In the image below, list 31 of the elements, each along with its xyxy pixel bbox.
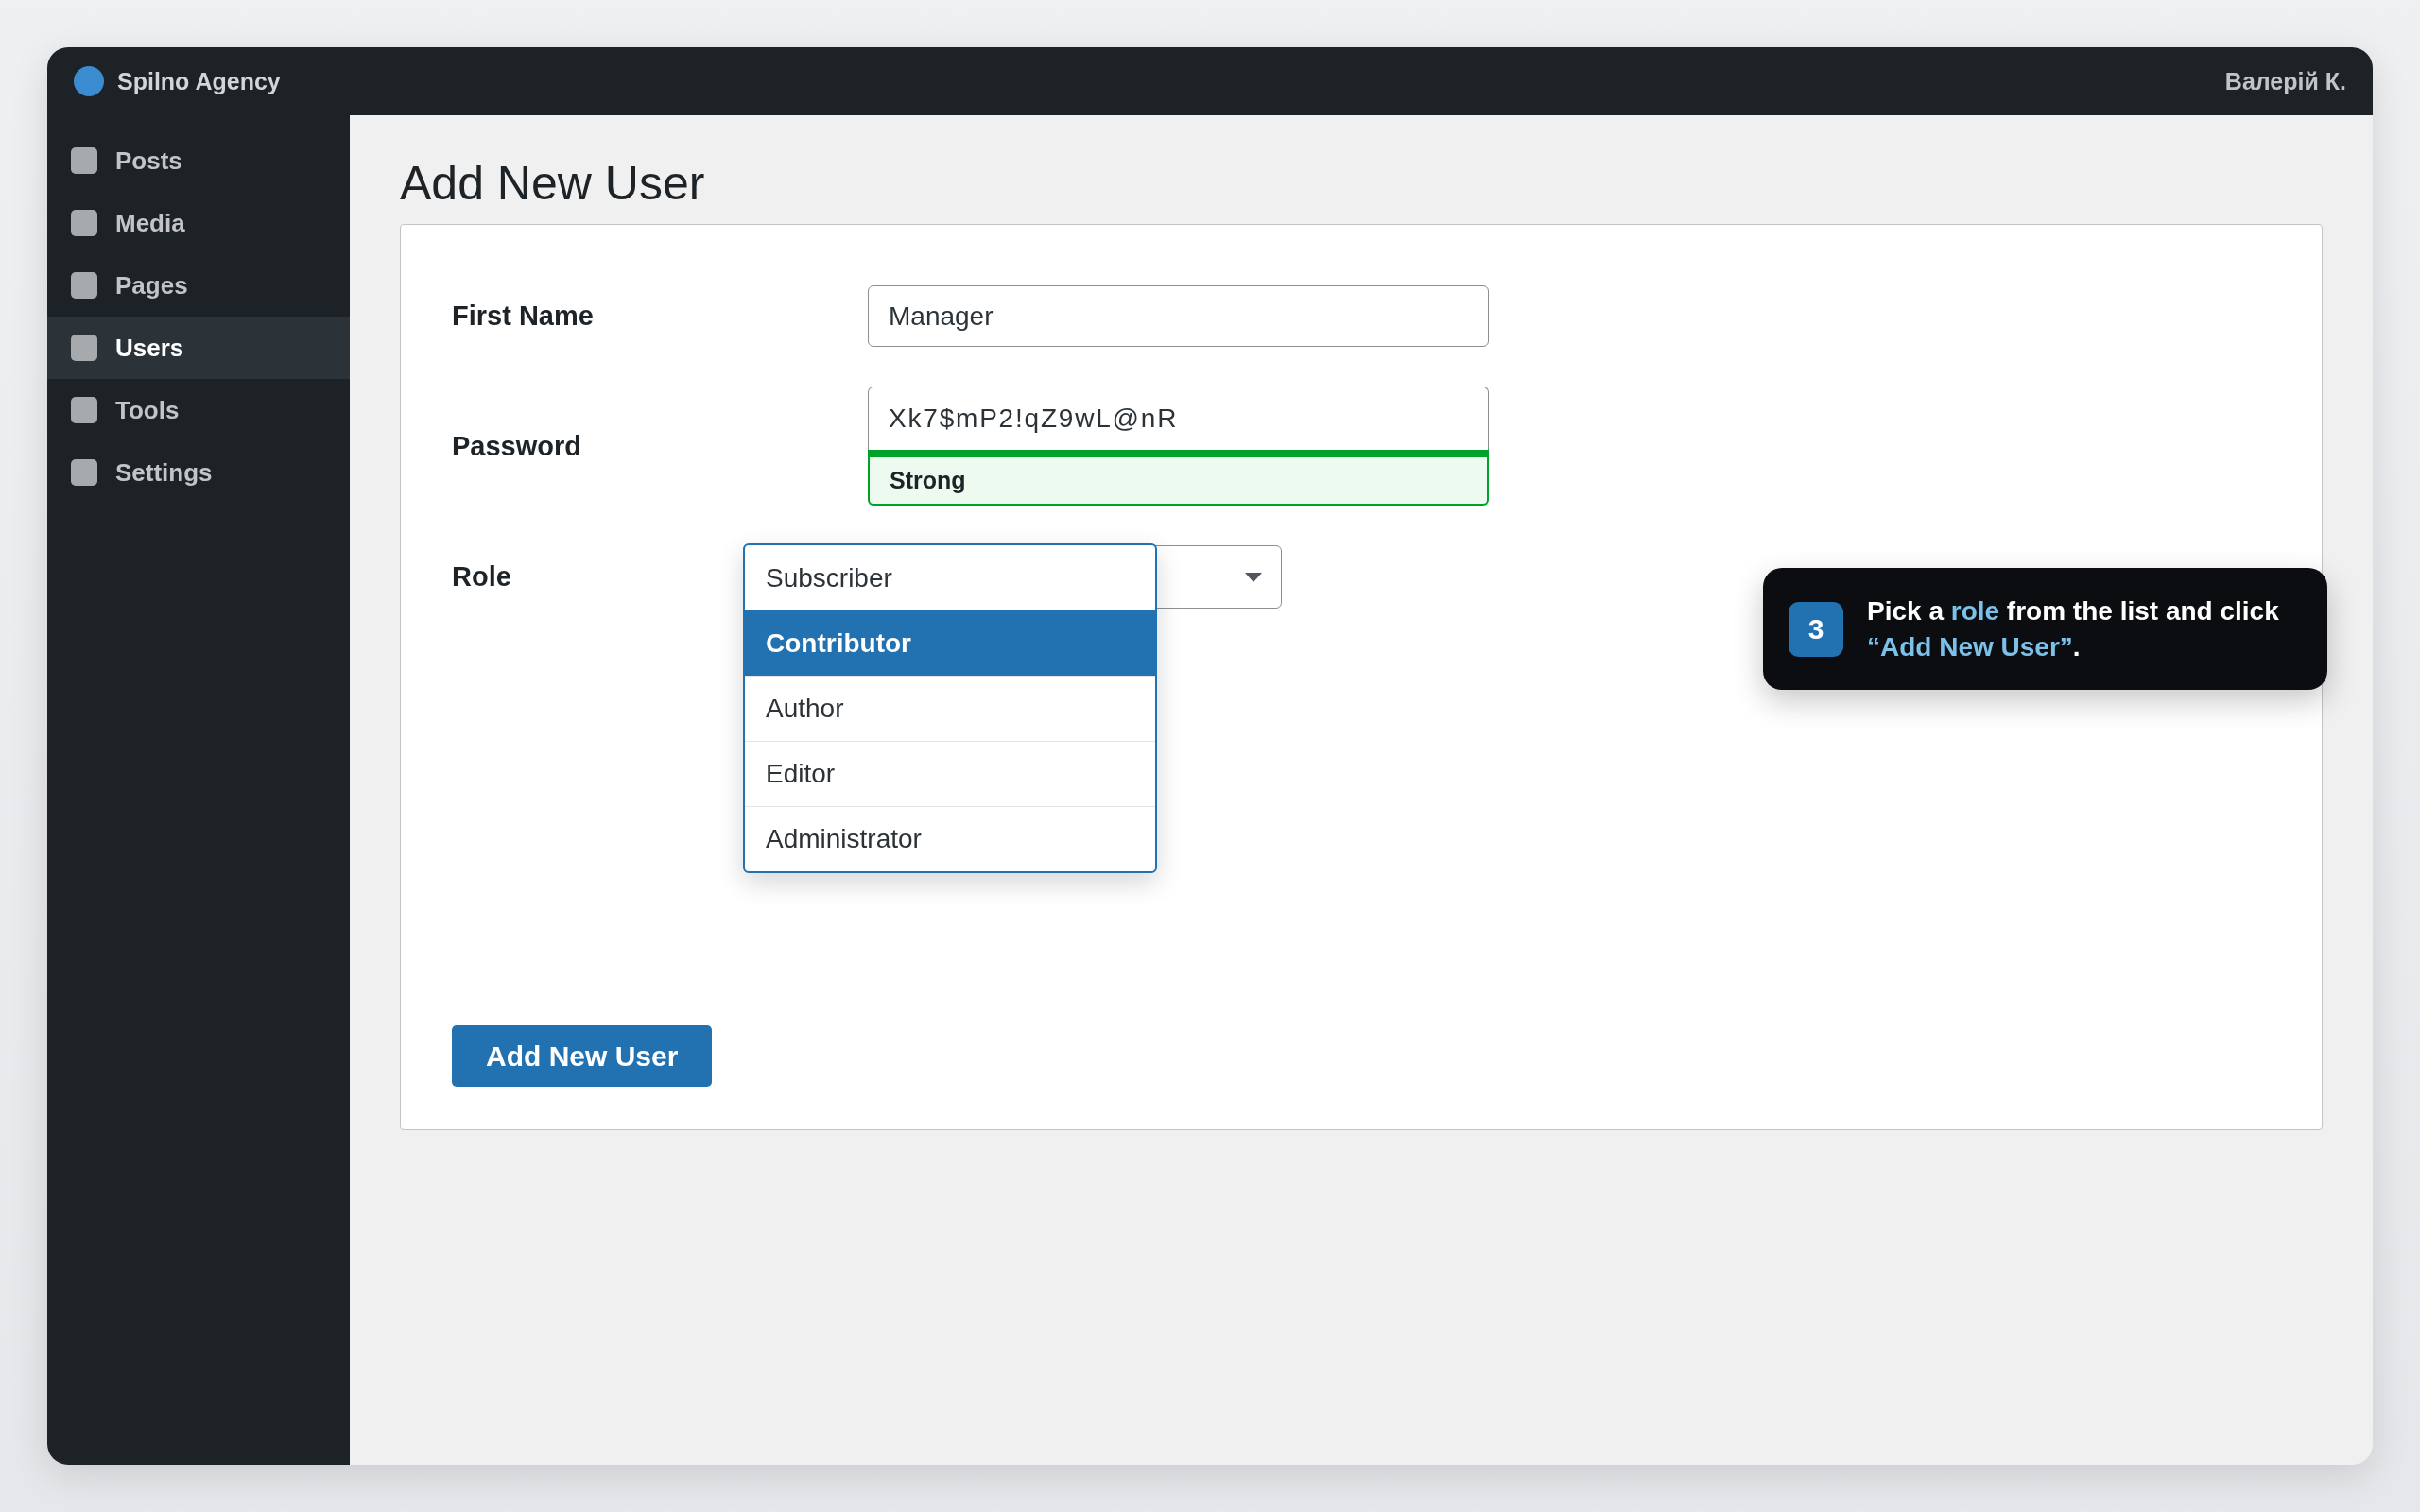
dropdown-option[interactable]: Editor: [745, 741, 1155, 806]
strength-label: Strong: [868, 457, 1489, 506]
square-icon: [71, 459, 97, 486]
logo-icon: [74, 66, 104, 96]
square-icon: [71, 272, 97, 299]
square-icon: [71, 335, 97, 361]
dropdown-option[interactable]: Administrator: [745, 806, 1155, 871]
sidebar-item[interactable]: Media: [47, 192, 350, 254]
sidebar-item[interactable]: Posts: [47, 129, 350, 192]
add-user-button[interactable]: Add New User: [452, 1025, 713, 1087]
page-title: Add New User: [400, 156, 706, 212]
tooltip-text: Pick a role from the list and click “Add New User”.: [1867, 594, 2280, 663]
site-name[interactable]: Spilno Agency: [117, 67, 281, 95]
caret-icon: [1245, 572, 1262, 582]
sidebar-item[interactable]: Users: [47, 317, 350, 379]
square-icon: [71, 210, 97, 236]
field-label: Role: [452, 561, 512, 593]
field-label: Password: [452, 430, 582, 462]
dropdown-option[interactable]: Contributor: [745, 610, 1155, 676]
step-number: 3: [1789, 601, 1843, 657]
dropdown-option[interactable]: Subscriber: [745, 545, 1155, 610]
field-label: First Name: [452, 301, 595, 332]
input-field[interactable]: Manager: [868, 285, 1489, 347]
user-menu[interactable]: Валерій К.: [2224, 67, 2346, 95]
dropdown-option[interactable]: Author: [745, 676, 1155, 741]
sidebar-item[interactable]: Tools: [47, 379, 350, 441]
square-icon: [71, 397, 97, 423]
square-icon: [71, 147, 97, 174]
password-field[interactable]: Xk7$mP2!qZ9wL@nR: [868, 387, 1489, 450]
sidebar-item[interactable]: Pages: [47, 254, 350, 317]
sidebar-item[interactable]: Settings: [47, 441, 350, 504]
